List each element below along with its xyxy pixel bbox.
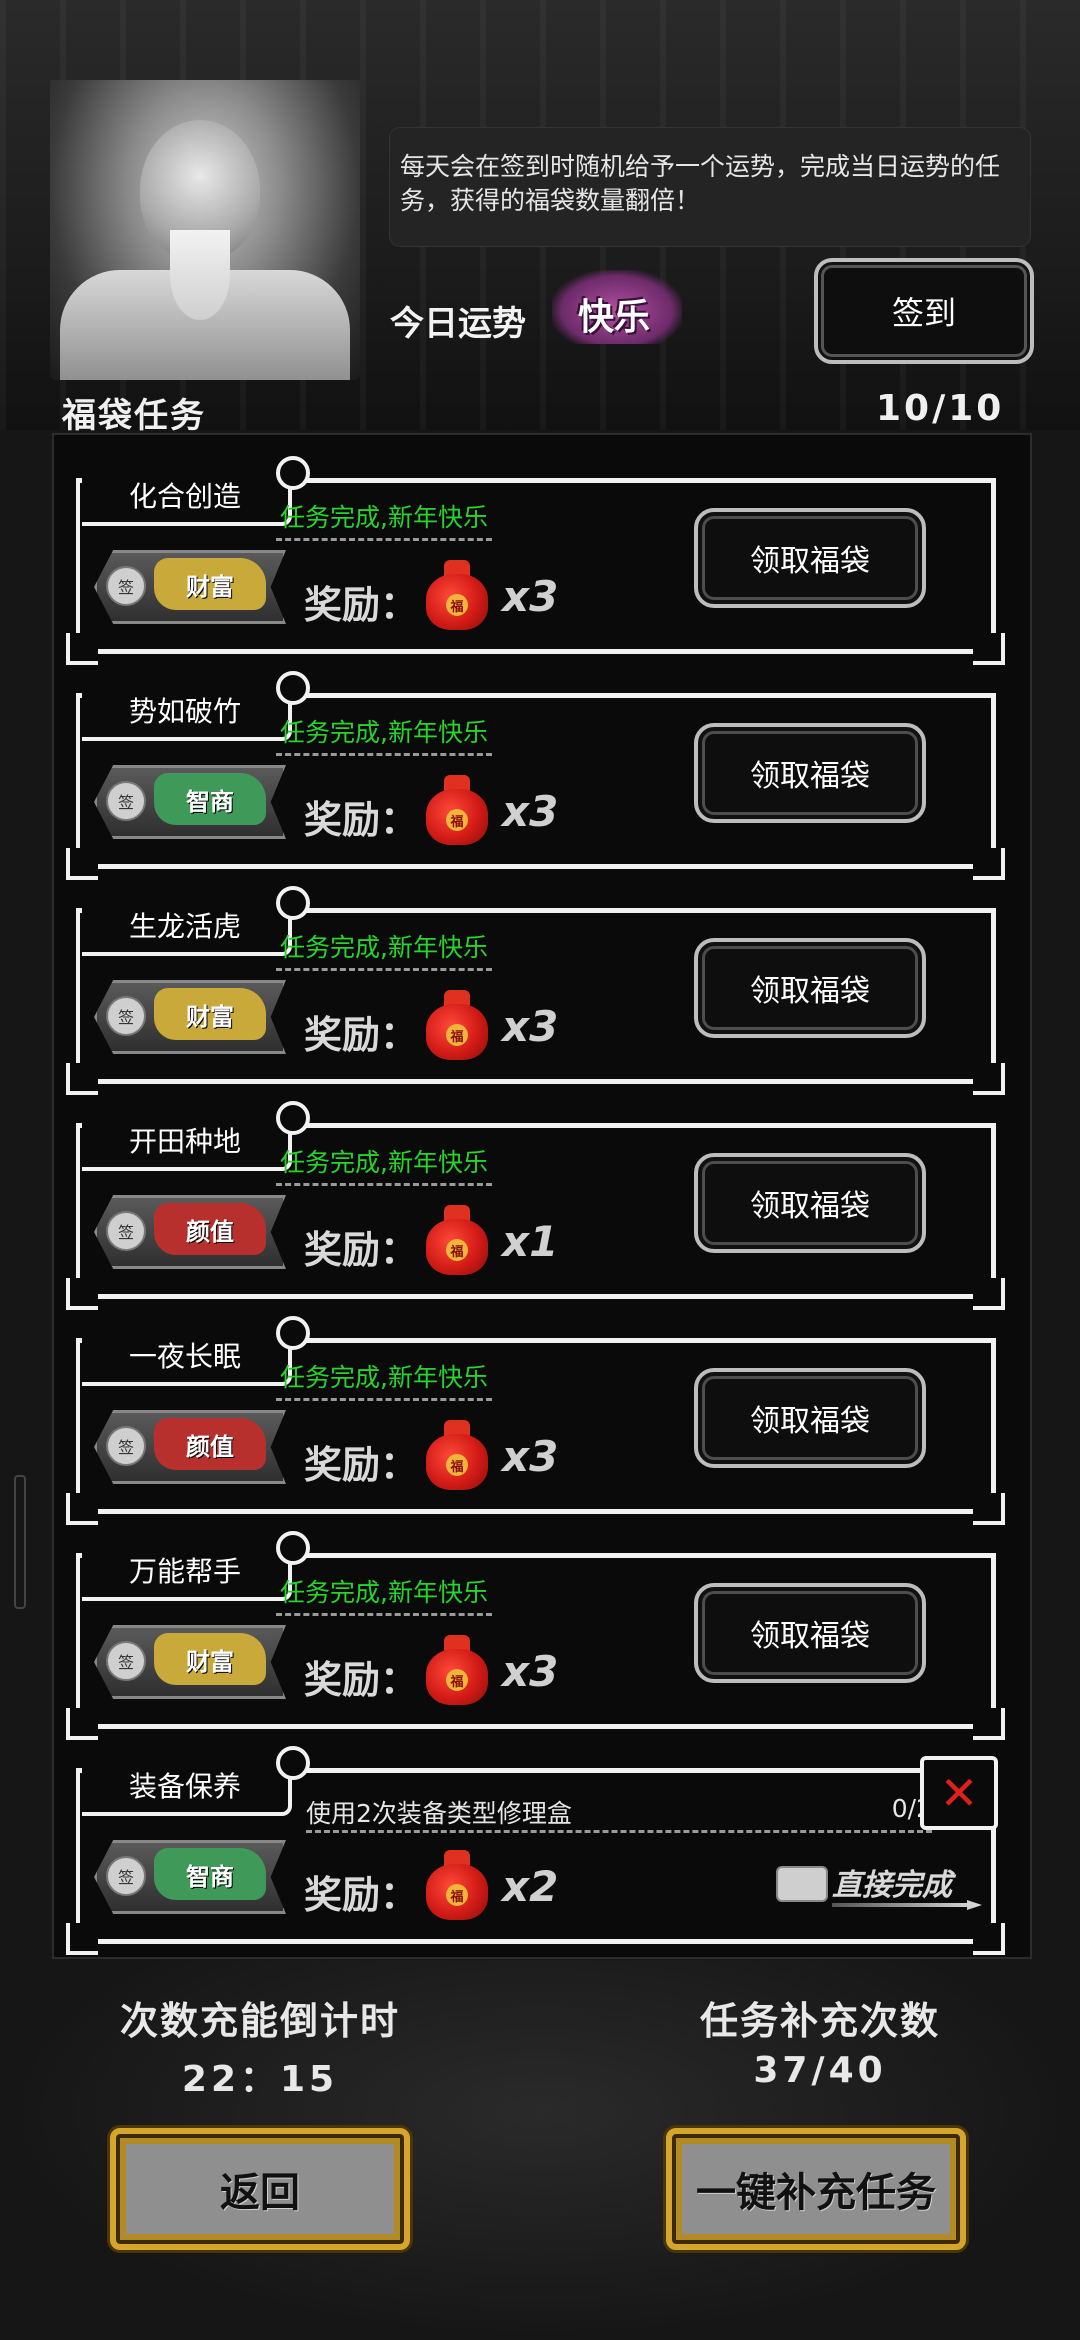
task-status: 任务完成,新年快乐 bbox=[276, 713, 492, 756]
task-status: 任务完成,新年快乐 bbox=[276, 1573, 492, 1616]
fortune-value: 快乐 bbox=[578, 297, 651, 338]
task-status: 任务完成,新年快乐 bbox=[276, 1358, 492, 1401]
reward-quantity: x3 bbox=[502, 572, 559, 621]
reward-quantity: x3 bbox=[502, 1002, 559, 1051]
cloud-ornament-icon bbox=[276, 1531, 310, 1565]
side-handle[interactable] bbox=[14, 1475, 26, 1609]
seal-icon: 签 bbox=[106, 1641, 146, 1681]
task-name: 一夜长眠 bbox=[82, 1328, 292, 1386]
task-count: 10/10 bbox=[876, 388, 1005, 429]
reward-label: 奖励： bbox=[304, 1443, 419, 1487]
task-description: 使用2次装备类型修理盒 bbox=[306, 1799, 572, 1828]
task-status: 任务完成,新年快乐 bbox=[276, 928, 492, 971]
cloud-ornament-icon bbox=[276, 456, 310, 490]
section-title: 福袋任务 bbox=[62, 396, 206, 436]
task-name: 势如破竹 bbox=[82, 683, 292, 741]
task-name: 装备保养 bbox=[82, 1758, 292, 1816]
fortune-badge: 快乐 bbox=[552, 270, 682, 344]
cloud-ornament-icon bbox=[276, 1101, 310, 1135]
reward-label: 奖励： bbox=[304, 583, 419, 627]
cloud-ornament-icon bbox=[276, 1746, 310, 1780]
cloud-ornament-icon bbox=[276, 886, 310, 920]
fortune-tag: 财富 bbox=[154, 988, 266, 1040]
refill-count: 37/40 bbox=[753, 2050, 887, 2091]
task-card: 化合创造 签 财富 任务完成,新年快乐 奖励： 福 x3 领取福袋 bbox=[66, 456, 1005, 666]
lucky-bag-icon: 福 bbox=[426, 1205, 488, 1275]
task-status: 任务完成,新年快乐 bbox=[276, 1143, 492, 1186]
seal-icon: 签 bbox=[106, 996, 146, 1036]
claim-bag-button[interactable]: 领取福袋 bbox=[694, 508, 926, 608]
claim-bag-button[interactable]: 领取福袋 bbox=[694, 1153, 926, 1253]
back-button[interactable]: 返回 bbox=[110, 2128, 410, 2250]
refill-title: 任务补充次数 bbox=[699, 1999, 940, 2043]
reward-label: 奖励： bbox=[304, 1228, 419, 1272]
fortune-tag: 智商 bbox=[154, 773, 266, 825]
fortune-tag: 财富 bbox=[154, 1633, 266, 1685]
lucky-bag-icon: 福 bbox=[426, 775, 488, 845]
lucky-bag-icon: 福 bbox=[426, 1420, 488, 1490]
task-requirement: 使用2次装备类型修理盒 0/2 bbox=[306, 1794, 932, 1833]
npc-portrait bbox=[50, 80, 360, 380]
reward-label: 奖励： bbox=[304, 1013, 419, 1057]
cloud-ornament-icon bbox=[276, 671, 310, 705]
task-status: 任务完成,新年快乐 bbox=[276, 498, 492, 541]
reward-quantity: x3 bbox=[502, 787, 559, 836]
countdown-value: 22：15 bbox=[181, 2059, 339, 2100]
task-card: 势如破竹 签 智商 任务完成,新年快乐 奖励： 福 x3 领取福袋 bbox=[66, 671, 1005, 881]
ticket-icon bbox=[776, 1866, 828, 1902]
task-name: 万能帮手 bbox=[82, 1543, 292, 1601]
seal-icon: 签 bbox=[106, 781, 146, 821]
reward-quantity: x3 bbox=[502, 1647, 559, 1696]
countdown-title: 次数充能倒计时 bbox=[119, 1999, 400, 2043]
lucky-bag-icon: 福 bbox=[426, 1850, 488, 1920]
reward-quantity: x3 bbox=[502, 1432, 559, 1481]
task-card: 生龙活虎 签 财富 任务完成,新年快乐 奖励： 福 x3 领取福袋 bbox=[66, 886, 1005, 1096]
speech-text: 每天会在签到时随机给予一个运势，完成当日运势的任务，获得的福袋数量翻倍！ bbox=[400, 152, 1001, 215]
lucky-bag-icon: 福 bbox=[426, 560, 488, 630]
claim-bag-button[interactable]: 领取福袋 bbox=[694, 1583, 926, 1683]
reward-quantity: x1 bbox=[502, 1217, 559, 1266]
task-card-pending: 装备保养 签 智商 使用2次装备类型修理盒 0/2 奖励： 福 x2 ✕ 直接完… bbox=[66, 1746, 1005, 1956]
seal-icon: 签 bbox=[106, 1211, 146, 1251]
fortune-tag: 颜值 bbox=[154, 1418, 266, 1470]
task-card: 万能帮手 签 财富 任务完成,新年快乐 奖励： 福 x3 领取福袋 bbox=[66, 1531, 1005, 1741]
lucky-bag-icon: 福 bbox=[426, 990, 488, 1060]
close-icon[interactable]: ✕ bbox=[920, 1756, 998, 1830]
reward-label: 奖励： bbox=[304, 1658, 419, 1702]
signin-button[interactable]: 签到 bbox=[814, 258, 1034, 364]
task-name: 化合创造 bbox=[82, 468, 292, 526]
portrait-beard bbox=[170, 230, 230, 320]
claim-bag-button[interactable]: 领取福袋 bbox=[694, 1368, 926, 1468]
direct-complete-button[interactable]: 直接完成 bbox=[776, 1856, 986, 1920]
seal-icon: 签 bbox=[106, 1856, 146, 1896]
claim-bag-button[interactable]: 领取福袋 bbox=[694, 723, 926, 823]
reward-label: 奖励： bbox=[304, 1873, 419, 1917]
fortune-tag: 智商 bbox=[154, 1848, 266, 1900]
task-card: 一夜长眠 签 颜值 任务完成,新年快乐 奖励： 福 x3 领取福袋 bbox=[66, 1316, 1005, 1526]
refill-tasks-button[interactable]: 一键补充任务 bbox=[666, 2128, 966, 2250]
lucky-bag-icon: 福 bbox=[426, 1635, 488, 1705]
direct-complete-label: 直接完成 bbox=[832, 1868, 952, 1903]
claim-bag-button[interactable]: 领取福袋 bbox=[694, 938, 926, 1038]
reward-label: 奖励： bbox=[304, 798, 419, 842]
cloud-ornament-icon bbox=[276, 1316, 310, 1350]
task-name: 开田种地 bbox=[82, 1113, 292, 1171]
task-card: 开田种地 签 颜值 任务完成,新年快乐 奖励： 福 x1 领取福袋 bbox=[66, 1101, 1005, 1311]
fortune-tag: 颜值 bbox=[154, 1203, 266, 1255]
fortune-tag: 财富 bbox=[154, 558, 266, 610]
seal-icon: 签 bbox=[106, 566, 146, 606]
reward-quantity: x2 bbox=[502, 1862, 559, 1911]
seal-icon: 签 bbox=[106, 1426, 146, 1466]
fortune-label: 今日运势 bbox=[390, 304, 526, 344]
task-name: 生龙活虎 bbox=[82, 898, 292, 956]
